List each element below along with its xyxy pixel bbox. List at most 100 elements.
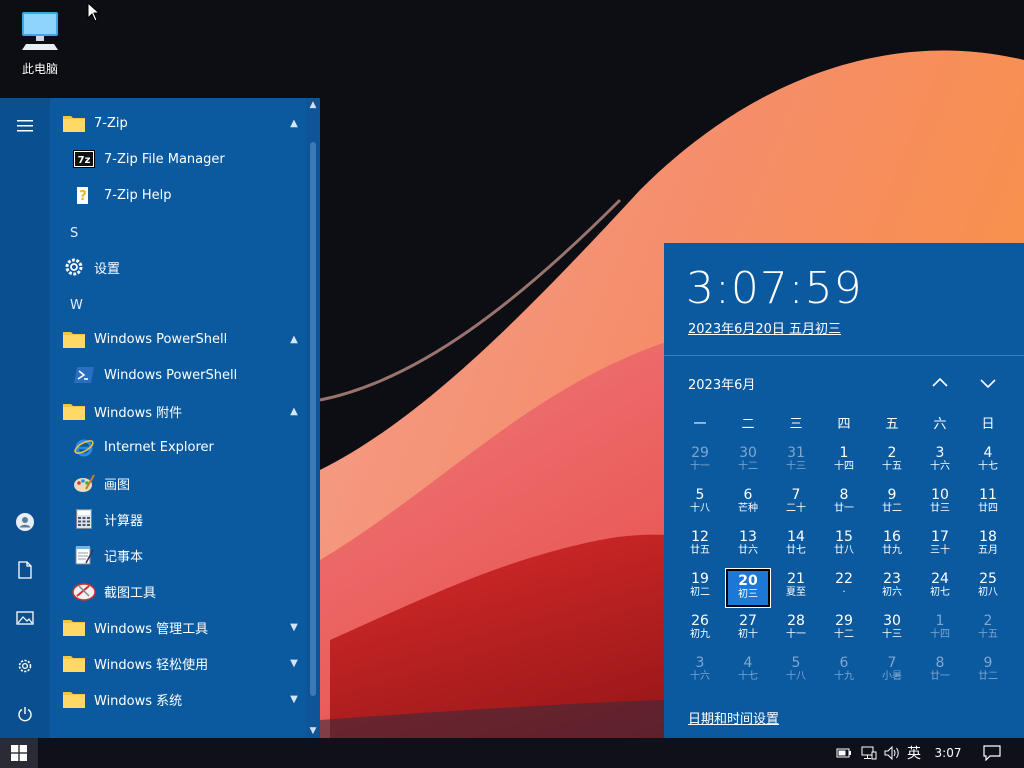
app-calculator[interactable]: 计算器 <box>50 501 306 537</box>
calendar-day[interactable]: 26 初九 <box>678 611 722 649</box>
folder-windows-accessories[interactable]: Windows 附件 ▲ <box>50 393 306 429</box>
weekday-header: 三 <box>789 417 803 432</box>
calendar-day[interactable]: 3 十六 <box>918 443 962 481</box>
chevron-up-icon: ▲ <box>290 333 298 345</box>
calendar-day-today[interactable]: 20 初三 <box>725 568 771 608</box>
calendar-day[interactable]: 2 十五 <box>966 611 1010 649</box>
app-label: 截图工具 <box>104 585 157 601</box>
calendar-day[interactable]: 22 · <box>822 569 866 607</box>
next-month-button[interactable] <box>976 371 1000 395</box>
calendar-day[interactable]: 8 廿一 <box>918 653 962 691</box>
day-number: 1 <box>935 613 945 629</box>
calendar-day[interactable]: 28 十一 <box>774 611 818 649</box>
this-pc-desktop-icon[interactable]: 此电脑 <box>12 8 68 77</box>
calendar-day[interactable]: 2 十五 <box>870 443 914 481</box>
power-button[interactable] <box>0 694 50 734</box>
section-letter-s[interactable]: S <box>70 226 78 241</box>
documents-button[interactable] <box>0 550 50 590</box>
calendar-day[interactable]: 17 三十 <box>918 527 962 565</box>
date-time-settings-link[interactable]: 日期和时间设置 <box>688 708 779 727</box>
calendar-day[interactable]: 25 初八 <box>966 569 1010 607</box>
app-7zip-file-manager[interactable]: 7z 7-Zip File Manager <box>50 141 306 177</box>
folder-label: Windows PowerShell <box>94 331 228 347</box>
calendar-day[interactable]: 15 廿八 <box>822 527 866 565</box>
day-number: 3 <box>695 655 705 671</box>
calendar-day[interactable]: 6 芒种 <box>726 485 770 523</box>
calendar-day[interactable]: 4 十七 <box>726 653 770 691</box>
action-center-button[interactable] <box>978 738 1006 768</box>
lunar-date: 初七 <box>930 587 950 598</box>
app-internet-explorer[interactable]: Internet Explorer <box>50 429 306 465</box>
calendar-day[interactable]: 11 廿四 <box>966 485 1010 523</box>
calendar-day[interactable]: 19 初二 <box>678 569 722 607</box>
day-number: 8 <box>839 487 849 503</box>
settings-rail-button[interactable] <box>0 646 50 686</box>
calendar-day[interactable]: 7 二十 <box>774 485 818 523</box>
day-number: 23 <box>883 571 901 587</box>
section-letter-w[interactable]: W <box>70 298 83 313</box>
folder-7zip[interactable]: 7-Zip ▲ <box>50 105 306 141</box>
calendar-day[interactable]: 27 初十 <box>726 611 770 649</box>
help-icon: ? <box>72 183 96 207</box>
app-windows-powershell[interactable]: Windows PowerShell <box>50 357 306 393</box>
folder-windows-system[interactable]: Windows 系统 ▼ <box>50 681 306 717</box>
calendar-day[interactable]: 5 十八 <box>774 653 818 691</box>
calendar-day[interactable]: 6 十九 <box>822 653 866 691</box>
calendar-day[interactable]: 1 十四 <box>822 443 866 481</box>
app-paint[interactable]: 画图 <box>50 465 306 501</box>
scroll-down-icon[interactable]: ▼ <box>306 724 320 738</box>
calendar-day[interactable]: 30 十二 <box>726 443 770 481</box>
calendar-day[interactable]: 12 廿五 <box>678 527 722 565</box>
calendar-month-label[interactable]: 2023年6月 <box>688 374 755 393</box>
calendar-day[interactable]: 3 十六 <box>678 653 722 691</box>
app-list-scrollbar[interactable]: ▲ ▼ <box>306 98 320 738</box>
calendar-day[interactable]: 9 廿二 <box>870 485 914 523</box>
calendar-day[interactable]: 4 十七 <box>966 443 1010 481</box>
calendar-day[interactable]: 29 十一 <box>678 443 722 481</box>
calendar-day[interactable]: 29 十二 <box>822 611 866 649</box>
day-number: 6 <box>839 655 849 671</box>
calendar-day[interactable]: 10 廿三 <box>918 485 962 523</box>
calendar-day[interactable]: 31 十三 <box>774 443 818 481</box>
calendar-day[interactable]: 14 廿七 <box>774 527 818 565</box>
weekday-header: 四 <box>837 417 851 432</box>
day-number: 18 <box>979 529 997 545</box>
scroll-up-icon[interactable]: ▲ <box>306 98 320 112</box>
folder-windows-admin-tools[interactable]: Windows 管理工具 ▼ <box>50 609 306 645</box>
scroll-thumb[interactable] <box>310 142 316 696</box>
pictures-button[interactable] <box>0 598 50 638</box>
clock-calendar-flyout: 3:07:59 2023年6月20日 五月初三 2023年6月 一二三四五六日 … <box>664 243 1024 738</box>
calendar-day[interactable]: 1 十四 <box>918 611 962 649</box>
folder-windows-ease-of-access[interactable]: Windows 轻松使用 ▼ <box>50 645 306 681</box>
volume-tray-button[interactable] <box>881 738 905 768</box>
previous-month-button[interactable] <box>928 371 952 395</box>
expand-menu-button[interactable] <box>0 106 50 146</box>
app-notepad[interactable]: 记事本 <box>50 537 306 573</box>
start-button[interactable] <box>0 738 38 768</box>
full-date-link[interactable]: 2023年6月20日 五月初三 <box>688 318 841 337</box>
calendar-day[interactable]: 9 廿二 <box>966 653 1010 691</box>
network-tray-button[interactable] <box>857 738 881 768</box>
user-account-button[interactable] <box>0 502 50 542</box>
calendar-day[interactable]: 13 廿六 <box>726 527 770 565</box>
app-snipping-tool[interactable]: 截图工具 <box>50 573 306 609</box>
calendar-day[interactable]: 21 夏至 <box>774 569 818 607</box>
calendar-day[interactable]: 8 廿一 <box>822 485 866 523</box>
chevron-down-icon: ▼ <box>290 657 298 669</box>
battery-tray-button[interactable] <box>832 738 856 768</box>
calendar-day[interactable]: 24 初七 <box>918 569 962 607</box>
calendar-day[interactable]: 7 小暑 <box>870 653 914 691</box>
app-settings[interactable]: 设置 <box>50 249 306 285</box>
folder-windows-powershell[interactable]: Windows PowerShell ▲ <box>50 321 306 357</box>
day-number: 30 <box>883 613 901 629</box>
calculator-icon <box>72 507 96 531</box>
calendar-day[interactable]: 23 初六 <box>870 569 914 607</box>
lunar-date: 初八 <box>978 587 998 598</box>
taskbar-clock[interactable]: 3:07 <box>930 738 966 768</box>
app-7zip-help[interactable]: ? 7-Zip Help <box>50 177 306 213</box>
calendar-day[interactable]: 30 十三 <box>870 611 914 649</box>
calendar-day[interactable]: 5 十八 <box>678 485 722 523</box>
calendar-day[interactable]: 16 廿九 <box>870 527 914 565</box>
calendar-day[interactable]: 18 五月 <box>966 527 1010 565</box>
input-method-indicator[interactable]: 英 <box>903 738 925 768</box>
